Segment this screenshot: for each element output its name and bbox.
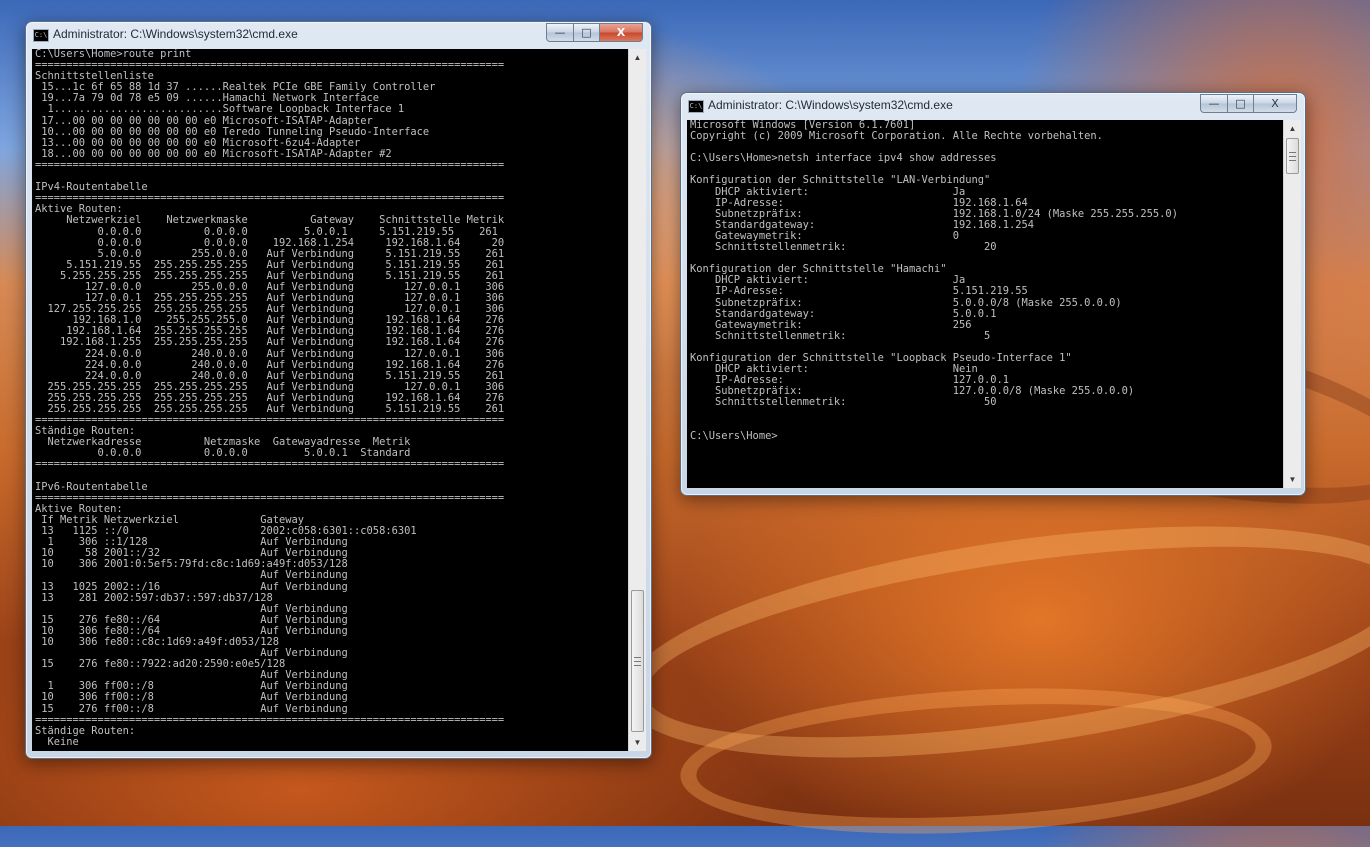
minimize-button[interactable]: — [546, 23, 574, 42]
vertical-scrollbar[interactable]: ▲ ▼ [1283, 120, 1301, 488]
scroll-down-button[interactable]: ▼ [1284, 471, 1301, 488]
console-line: Konfiguration der Schnittstelle "LAN-Ver… [690, 174, 991, 187]
console-line: C:\Users\Home> [690, 429, 778, 442]
console-line: Schnittstellenmetrik: 50 [690, 396, 997, 409]
console-line: 0.0.0.0 0.0.0.0 5.0.0.1 5.151.219.55 261 [35, 225, 498, 238]
console-line: ========================================… [35, 458, 505, 471]
grip-icon [1288, 152, 1296, 161]
console-line: C:\Users\Home>netsh interface ipv4 show … [690, 152, 997, 165]
minimize-button[interactable]: — [1200, 94, 1228, 113]
console-text: Microsoft Windows [Version 6.1.7601] Copy… [687, 120, 1283, 442]
window-title: Administrator: C:\Windows\system32\cmd.e… [708, 98, 953, 112]
cmd-window-route-print[interactable]: C:\ Administrator: C:\Windows\system32\c… [25, 21, 652, 759]
console-line: Ständige Routen: [35, 724, 136, 737]
console-line: 10 306 ff00::/8 Auf Verbindung [35, 691, 348, 704]
close-button[interactable]: X [600, 23, 643, 42]
close-button[interactable]: X [1254, 94, 1297, 113]
console-line: DHCP aktiviert: Ja [690, 185, 966, 198]
console-line: 17...00 00 00 00 00 00 00 e0 Microsoft-I… [35, 114, 373, 127]
console-line: 1...........................Software Loo… [35, 103, 405, 116]
console-line: 192.168.1.255 255.255.255.255 Auf Verbin… [35, 336, 505, 349]
grip-icon [633, 657, 641, 666]
console-line: ========================================… [35, 158, 505, 171]
console-line: Subnetzpräfix: 5.0.0.0/8 (Maske 255.0.0.… [690, 296, 1122, 309]
console-line: Auf Verbindung [35, 569, 348, 582]
scroll-thumb[interactable] [1286, 138, 1299, 174]
rock-band-decoration [609, 485, 1370, 799]
console-output[interactable]: C:\Users\Home>route print ===============… [32, 49, 628, 751]
console-line: Schnittstellenmetrik: 5 [690, 329, 991, 342]
scroll-thumb[interactable] [631, 590, 644, 732]
title-bar[interactable]: C:\ Administrator: C:\Windows\system32\c… [681, 93, 1305, 119]
cmd-icon: C:\ [33, 29, 49, 42]
console-output[interactable]: Microsoft Windows [Version 6.1.7601] Copy… [687, 120, 1283, 488]
window-title: Administrator: C:\Windows\system32\cmd.e… [53, 27, 298, 41]
console-line: IP-Adresse: 5.151.219.55 [690, 285, 1028, 298]
title-bar[interactable]: C:\ Administrator: C:\Windows\system32\c… [26, 22, 651, 48]
console-text: C:\Users\Home>route print ===============… [32, 49, 628, 748]
scroll-down-button[interactable]: ▼ [629, 734, 646, 751]
console-line: ========================================… [35, 192, 505, 205]
console-line: 224.0.0.0 240.0.0.0 Auf Verbindung 127.0… [35, 347, 505, 360]
console-line: Netzwerkziel Netzwerkmaske Gateway Schni… [35, 214, 505, 227]
console-line: Copyright (c) 2009 Microsoft Corporation… [690, 130, 1103, 143]
scroll-up-button[interactable]: ▲ [629, 49, 646, 66]
console-line: Keine [35, 735, 79, 748]
rock-band-decoration [676, 674, 1276, 847]
scroll-up-button[interactable]: ▲ [1284, 120, 1301, 137]
console-line: Schnittstellenmetrik: 20 [690, 241, 997, 254]
cmd-icon: C:\ [688, 100, 704, 113]
vertical-scrollbar[interactable]: ▲ ▼ [628, 49, 646, 751]
maximize-button[interactable]: □ [1228, 94, 1254, 113]
console-line: 15 276 ff00::/8 Auf Verbindung [35, 702, 348, 715]
console-line: ========================================… [35, 491, 505, 504]
maximize-button[interactable]: □ [574, 23, 600, 42]
console-line: 13 1025 2002::/16 Auf Verbindung [35, 580, 348, 593]
cmd-window-netsh[interactable]: C:\ Administrator: C:\Windows\system32\c… [680, 92, 1306, 496]
